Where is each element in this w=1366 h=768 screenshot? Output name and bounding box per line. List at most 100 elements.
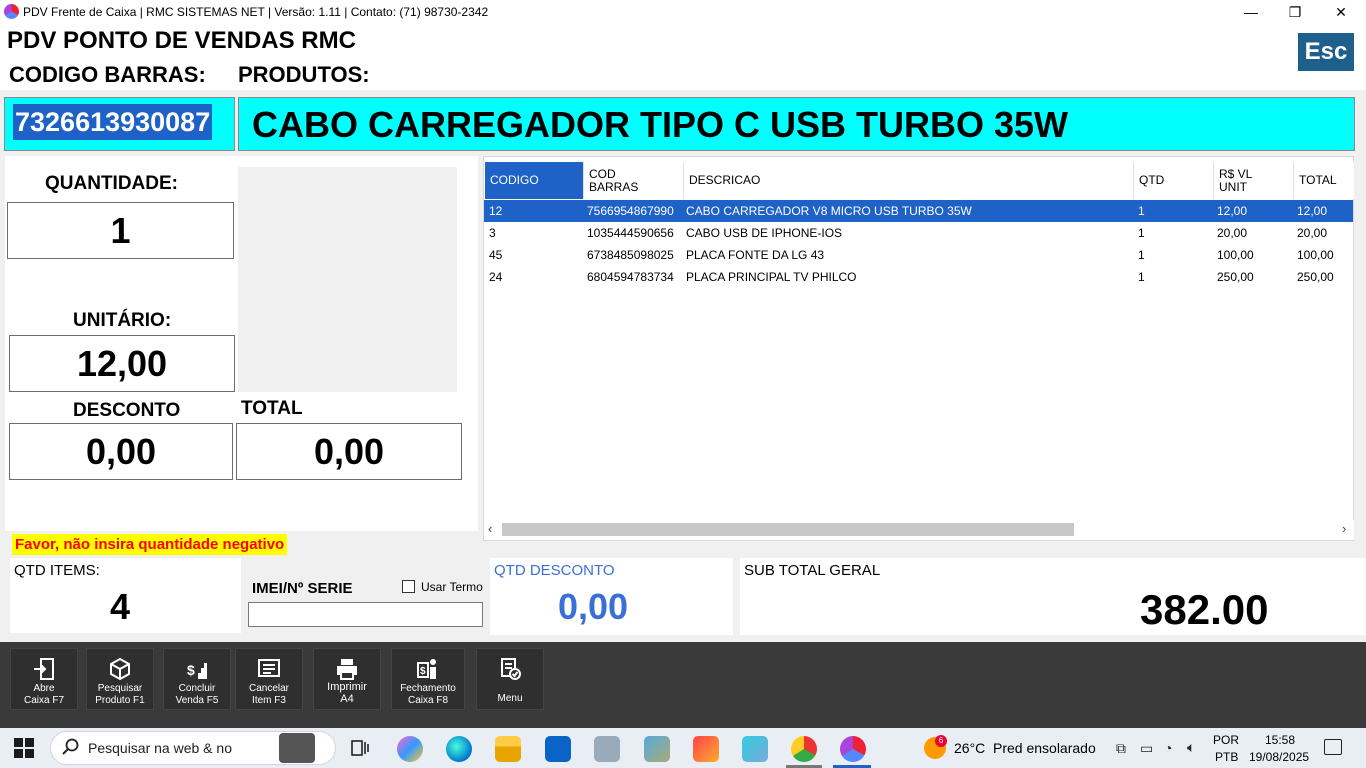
- discount-field[interactable]: 0,00: [9, 423, 233, 480]
- cell-vl-unit: 12,00: [1217, 204, 1248, 218]
- camera-icon: [279, 733, 315, 763]
- clock-date[interactable]: 19/08/2025: [1249, 750, 1309, 764]
- cell-qtd: 1: [1138, 226, 1145, 240]
- table-row[interactable]: 24 6804594783734 PLACA PRINCIPAL TV PHIL…: [484, 266, 1353, 288]
- cell-descricao: CABO USB DE IPHONE-IOS: [686, 226, 843, 240]
- copilot-icon[interactable]: [397, 736, 423, 762]
- total-field: 0,00: [236, 423, 462, 480]
- cell-codigo: 24: [489, 270, 503, 284]
- scroll-left-icon[interactable]: ‹: [488, 521, 492, 536]
- app-icon-8[interactable]: [742, 736, 768, 762]
- imei-label: IMEI/Nº SERIE: [252, 580, 353, 597]
- cell-cod-barras: 7566954867990: [587, 204, 674, 218]
- col-header-codigo[interactable]: CODIGO: [485, 162, 584, 199]
- chrome-icon[interactable]: [791, 736, 817, 762]
- cell-cod-barras: 1035444590656: [587, 226, 674, 240]
- qty-discount-label: QTD DESCONTO: [494, 562, 615, 579]
- search-product-button[interactable]: Pesquisar Produto F1: [86, 648, 154, 710]
- money-stairs-icon: $: [164, 657, 230, 681]
- windows-start-icon[interactable]: [14, 738, 34, 758]
- col-header-descricao[interactable]: DESCRICAO: [684, 162, 1134, 199]
- product-name: CABO CARREGADOR TIPO C USB TURBO 35W: [252, 104, 1069, 145]
- tray-icon-1[interactable]: ⧉: [1116, 740, 1126, 757]
- cell-descricao: PLACA FONTE DA LG 43: [686, 248, 825, 262]
- col-header-total[interactable]: TOTAL: [1294, 162, 1354, 199]
- close-cash-label: Fechamento Caixa F8: [400, 683, 456, 706]
- esc-button[interactable]: Esc: [1298, 33, 1354, 71]
- door-enter-icon: [11, 657, 77, 681]
- print-a4-label: Imprimir A4: [327, 681, 367, 705]
- menu-doc-icon: [477, 657, 543, 681]
- scroll-thumb[interactable]: [502, 523, 1074, 536]
- title-bar: PDV Frente de Caixa | RMC SISTEMAS NET |…: [0, 0, 1366, 24]
- finish-sale-label: Concluir Venda F5: [175, 683, 219, 706]
- tray-icon-2[interactable]: ▭: [1140, 740, 1153, 757]
- print-a4-button[interactable]: Imprimir A4: [313, 648, 381, 710]
- printer-icon: [314, 657, 380, 681]
- maximize-button[interactable]: ❐: [1272, 0, 1318, 24]
- cancel-item-label: Cancelar Item F3: [248, 683, 290, 706]
- cell-total: 100,00: [1297, 248, 1334, 262]
- barcode-value[interactable]: 7326613930087: [13, 104, 213, 140]
- language-bottom[interactable]: PTB: [1215, 750, 1238, 764]
- temperature[interactable]: 26°C: [954, 740, 985, 756]
- close-cash-button[interactable]: $ Fechamento Caixa F8: [391, 648, 465, 710]
- outlook-icon[interactable]: [545, 736, 571, 762]
- cell-total: 12,00: [1297, 204, 1328, 218]
- horizontal-scrollbar[interactable]: ‹ ›: [484, 520, 1354, 540]
- menu-button[interactable]: Menu: [476, 648, 544, 710]
- open-cash-button[interactable]: Abre Caixa F7: [10, 648, 78, 710]
- col-header-qtd[interactable]: QTD: [1134, 162, 1214, 199]
- total-label: TOTAL: [241, 398, 303, 419]
- col-header-cod-barras[interactable]: COD BARRAS: [584, 162, 684, 199]
- edge-icon[interactable]: [446, 736, 472, 762]
- clock-time[interactable]: 15:58: [1265, 733, 1295, 747]
- discount-label: DESCONTO: [73, 400, 181, 421]
- product-image-area: [238, 167, 457, 392]
- pdv-app-icon[interactable]: [840, 736, 866, 762]
- notification-icon[interactable]: [1324, 739, 1342, 755]
- cash-person-icon: $: [392, 657, 464, 681]
- use-term-label: Usar Termo: [421, 580, 483, 594]
- products-label: PRODUTOS:: [238, 62, 370, 87]
- table-row[interactable]: 3 1035444590656 CABO USB DE IPHONE-IOS 1…: [484, 222, 1353, 244]
- table-row[interactable]: 12 7566954867990 CABO CARREGADOR V8 MICR…: [484, 200, 1353, 222]
- open-cash-label: Abre Caixa F7: [23, 683, 64, 706]
- cell-vl-unit: 100,00: [1217, 248, 1254, 262]
- toolbar: Abre Caixa F7 Pesquisar Produto F1 $ Con…: [0, 642, 1366, 728]
- barcode-label: CODIGO BARRAS:: [9, 62, 206, 87]
- language-top[interactable]: POR: [1213, 733, 1239, 747]
- subtotal-label: SUB TOTAL GERAL: [744, 562, 881, 579]
- cell-total: 20,00: [1297, 226, 1328, 240]
- use-term-checkbox[interactable]: [402, 580, 415, 593]
- svg-text:$: $: [420, 666, 426, 677]
- search-product-label: Pesquisar Produto F1: [95, 683, 145, 706]
- file-explorer-icon[interactable]: [495, 736, 521, 762]
- items-grid[interactable]: CODIGO COD BARRAS DESCRICAO QTD R$ VL UN…: [483, 156, 1354, 541]
- volume-icon[interactable]: 🔈︎: [1187, 739, 1195, 756]
- page-title: PDV PONTO DE VENDAS RMC: [7, 27, 356, 54]
- scroll-right-icon[interactable]: ›: [1342, 521, 1346, 536]
- search-icon: [62, 738, 80, 761]
- app-icon-6[interactable]: [644, 736, 670, 762]
- weather-text[interactable]: Pred ensolarado: [993, 740, 1096, 756]
- box-icon: [87, 657, 153, 681]
- table-row[interactable]: 45 6738485098025 PLACA FONTE DA LG 43 1 …: [484, 244, 1353, 266]
- quantity-field[interactable]: 1: [7, 202, 234, 259]
- imei-input[interactable]: [248, 602, 483, 627]
- network-app-icon[interactable]: [594, 736, 620, 762]
- cell-qtd: 1: [1138, 204, 1145, 218]
- task-view-icon[interactable]: [350, 738, 370, 758]
- unit-price-field[interactable]: 12,00: [9, 335, 235, 392]
- col-header-vl-unit[interactable]: R$ VL UNIT: [1214, 162, 1294, 199]
- minimize-button[interactable]: —: [1228, 0, 1274, 24]
- cell-cod-barras: 6804594783734: [587, 270, 674, 284]
- cell-qtd: 1: [1138, 270, 1145, 284]
- qty-items-label: QTD ITEMS:: [14, 562, 100, 579]
- qty-items-value: 4: [110, 586, 131, 627]
- finish-sale-button[interactable]: $ Concluir Venda F5: [163, 648, 231, 710]
- wifi-icon[interactable]: ◔: [1164, 740, 1172, 756]
- app-icon-7[interactable]: [693, 736, 719, 762]
- close-button[interactable]: ✕: [1318, 0, 1364, 24]
- cancel-item-button[interactable]: Cancelar Item F3: [235, 648, 303, 710]
